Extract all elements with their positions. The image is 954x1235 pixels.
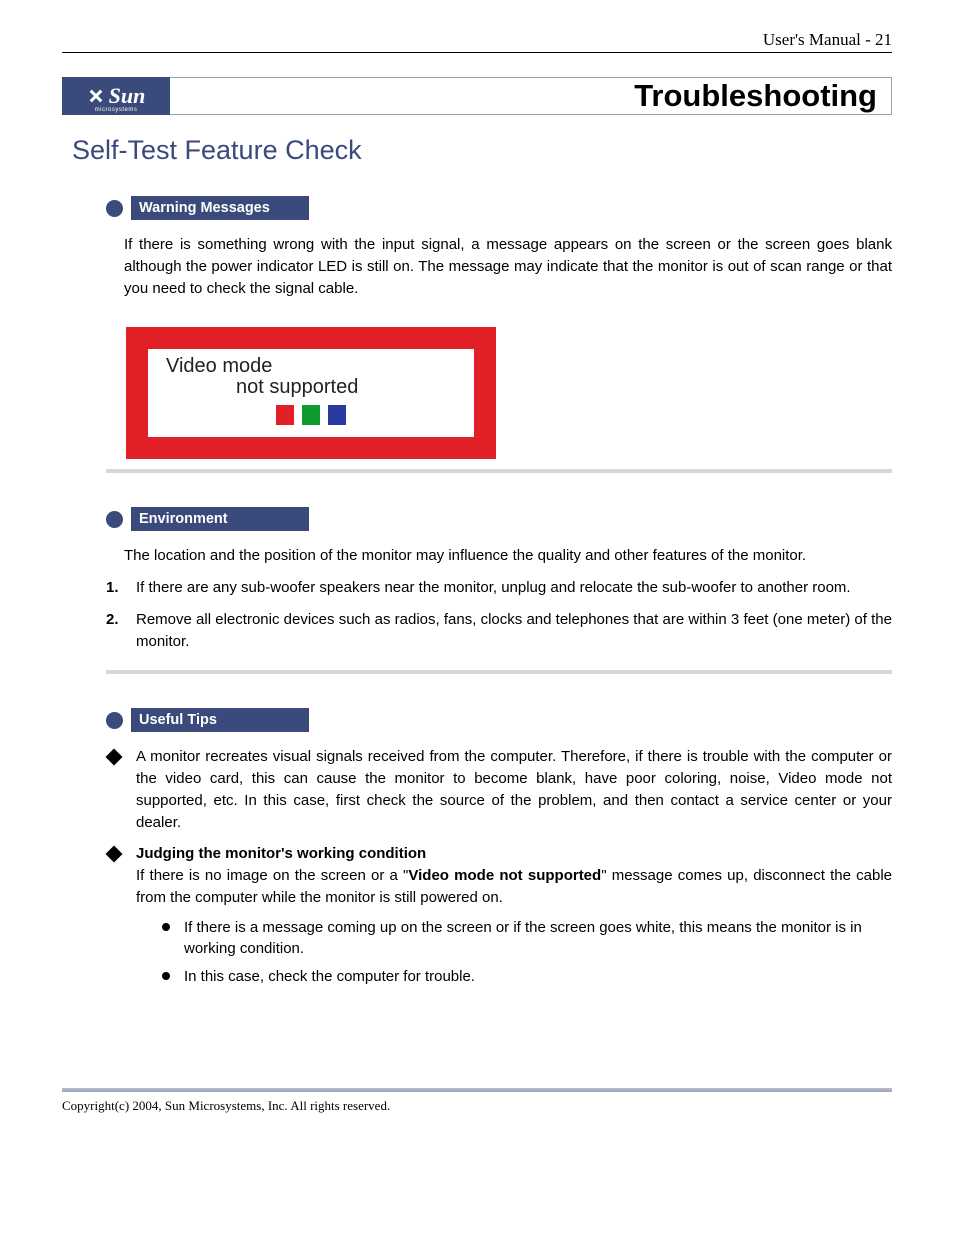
- tips-section-header: Useful Tips: [106, 708, 892, 732]
- graphic-line1: Video mode: [166, 355, 456, 378]
- divider: [106, 670, 892, 674]
- list-item: Judging the monitor's working condition …: [106, 843, 892, 908]
- tip-body-pre: If there is no image on the screen or a …: [136, 867, 408, 884]
- tips-sublist: If there is a message coming up on the s…: [162, 917, 892, 988]
- sun-logo-icon: [87, 87, 105, 105]
- tip-subheading: Judging the monitor's working condition: [136, 845, 426, 862]
- item-text: A monitor recreates visual signals recei…: [136, 746, 892, 833]
- divider: [106, 469, 892, 473]
- disc-icon: [162, 972, 170, 980]
- footer-divider: [62, 1088, 892, 1092]
- sun-logo: Sun microsystems: [62, 77, 170, 115]
- item-text: Remove all electronic devices such as ra…: [136, 609, 892, 653]
- diamond-icon: [106, 749, 123, 766]
- tips-tag: Useful Tips: [131, 708, 309, 732]
- diamond-icon: [106, 846, 123, 863]
- chapter-title-box: Troubleshooting: [170, 77, 892, 115]
- bullet-icon: [106, 200, 123, 217]
- rgb-squares: [166, 405, 456, 425]
- environment-list: 1. If there are any sub-woofer speakers …: [106, 577, 892, 652]
- running-head-bar: User's Manual - 21: [62, 30, 892, 53]
- warning-section-header: Warning Messages: [106, 196, 892, 220]
- section-title: Self-Test Feature Check: [72, 135, 892, 166]
- bullet-icon: [106, 712, 123, 729]
- chapter-title: Troubleshooting: [634, 78, 877, 114]
- video-mode-graphic: Video mode not supported: [126, 327, 892, 459]
- environment-body: The location and the position of the mon…: [124, 545, 892, 567]
- running-head: User's Manual - 21: [763, 30, 892, 50]
- copyright: Copyright(c) 2004, Sun Microsystems, Inc…: [62, 1098, 892, 1114]
- item-text: If there is a message coming up on the s…: [184, 917, 892, 961]
- list-item: 1. If there are any sub-woofer speakers …: [106, 577, 892, 599]
- list-item: A monitor recreates visual signals recei…: [106, 746, 892, 833]
- warning-body: If there is something wrong with the inp…: [124, 234, 892, 299]
- item-text: In this case, check the computer for tro…: [184, 966, 475, 988]
- environment-section-header: Environment: [106, 507, 892, 531]
- environment-tag: Environment: [131, 507, 309, 531]
- warning-tag: Warning Messages: [131, 196, 309, 220]
- chapter-header: Sun microsystems Troubleshooting: [62, 77, 892, 115]
- list-item: If there is a message coming up on the s…: [162, 917, 892, 961]
- item-number: 1.: [106, 577, 136, 599]
- graphic-line2: not supported: [236, 376, 456, 399]
- green-square-icon: [302, 405, 320, 425]
- tip-body-bold: Video mode not supported: [408, 867, 601, 884]
- item-number: 2.: [106, 609, 136, 653]
- item-text: Judging the monitor's working condition …: [136, 843, 892, 908]
- logo-text: Sun: [109, 83, 146, 109]
- item-text: If there are any sub-woofer speakers nea…: [136, 577, 892, 599]
- list-item: In this case, check the computer for tro…: [162, 966, 892, 988]
- logo-subtext: microsystems: [95, 107, 138, 113]
- tips-list: A monitor recreates visual signals recei…: [106, 746, 892, 908]
- blue-square-icon: [328, 405, 346, 425]
- disc-icon: [162, 923, 170, 931]
- bullet-icon: [106, 511, 123, 528]
- list-item: 2. Remove all electronic devices such as…: [106, 609, 892, 653]
- red-square-icon: [276, 405, 294, 425]
